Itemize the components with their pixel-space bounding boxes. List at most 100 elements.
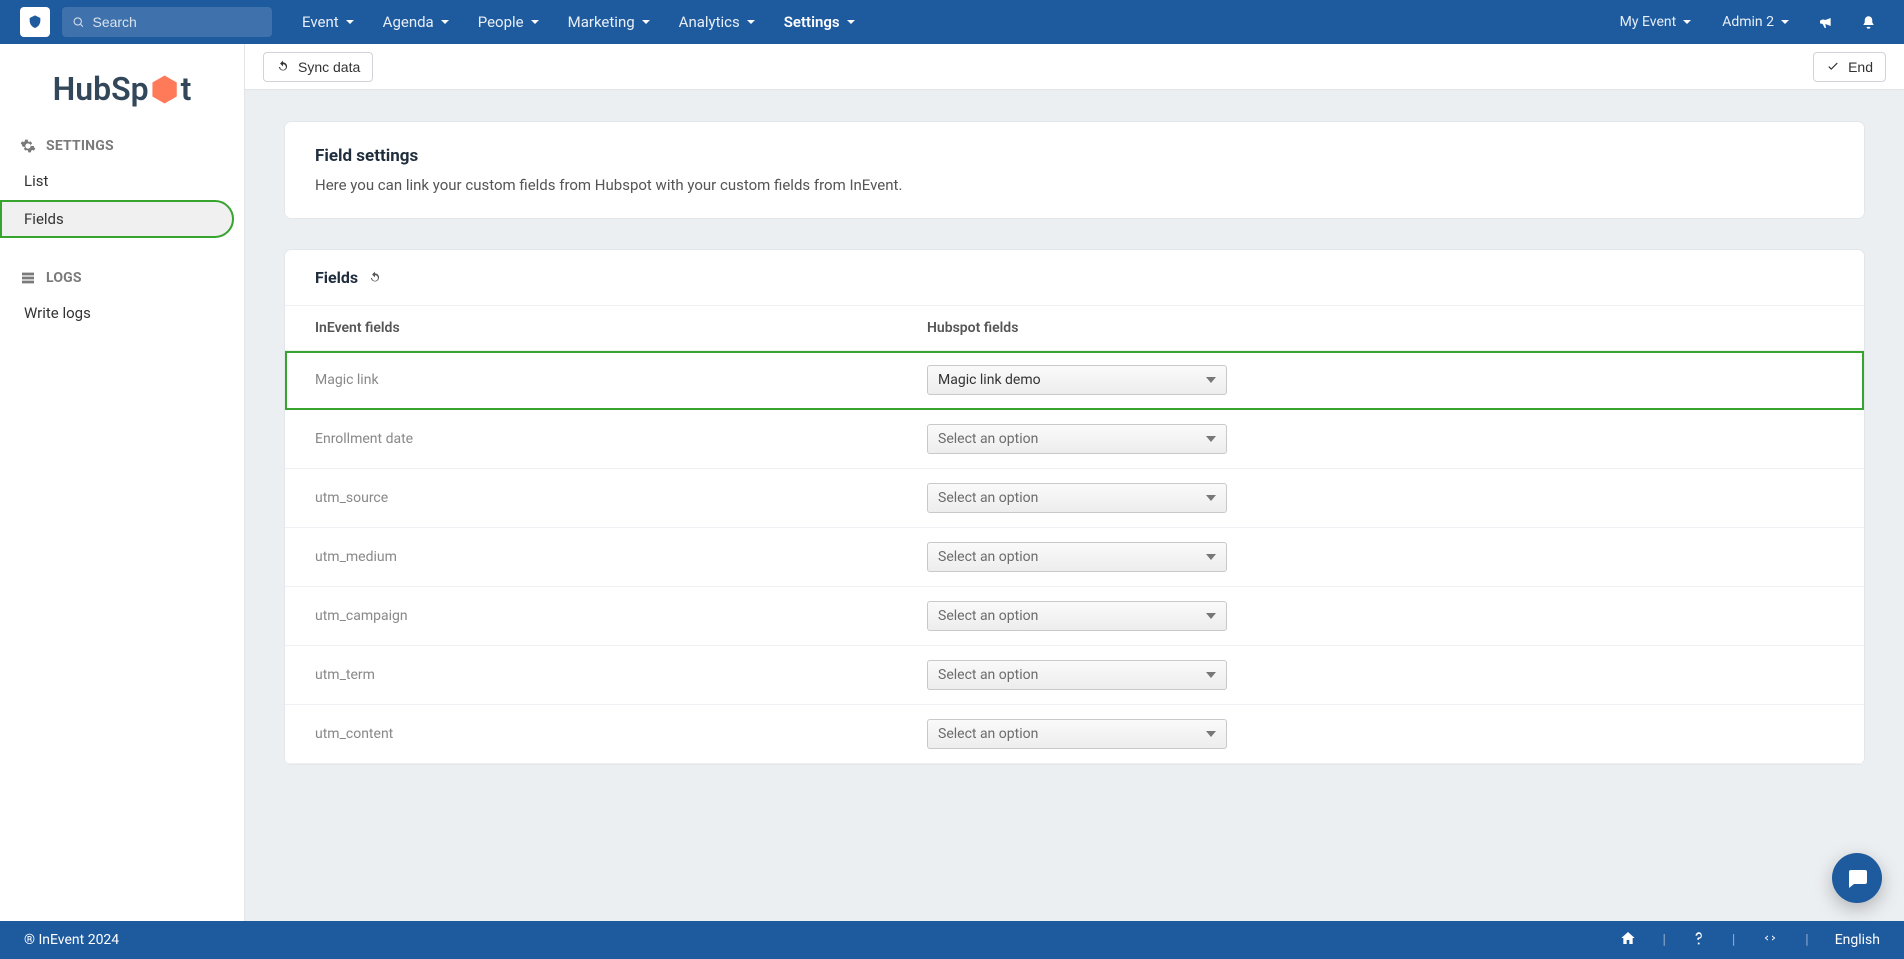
field-row: utm_sourceSelect an option	[285, 469, 1864, 528]
layout: HubSp⬢t SETTINGS List Fields LOGS Write …	[0, 44, 1904, 921]
event-switcher[interactable]: My Event	[1610, 8, 1703, 36]
footer-copyright: ® InEvent 2024	[24, 932, 119, 948]
menu-label: Event	[302, 13, 339, 31]
select-value: Select an option	[938, 726, 1038, 742]
global-search[interactable]	[62, 7, 272, 37]
chevron-down-icon	[1682, 17, 1692, 27]
select-value: Select an option	[938, 490, 1038, 506]
field-row: Enrollment date Select an option	[285, 410, 1864, 469]
hubspot-field-select[interactable]: Select an option	[927, 601, 1227, 631]
footer-divider: |	[1805, 932, 1808, 948]
check-icon	[1826, 60, 1840, 74]
fields-card: Fields InEvent fields Hubspot fields Mag…	[285, 250, 1864, 764]
footer-help-button[interactable]	[1692, 930, 1706, 950]
user-menu[interactable]: Admin 2	[1712, 8, 1800, 36]
chevron-down-icon	[846, 17, 856, 27]
menu-label: Settings	[784, 13, 840, 31]
announcements-button[interactable]	[1810, 6, 1842, 38]
menu-marketing[interactable]: Marketing	[558, 7, 661, 37]
fields-columns-header: InEvent fields Hubspot fields	[285, 306, 1864, 351]
topbar-right: My Event Admin 2	[1610, 6, 1884, 38]
sidebar-item-fields[interactable]: Fields	[0, 200, 234, 238]
select-value: Select an option	[938, 431, 1038, 447]
hubspot-field-select[interactable]: Select an option	[927, 660, 1227, 690]
end-button[interactable]: End	[1813, 52, 1886, 82]
hubspot-field-select[interactable]: Magic link demo	[927, 365, 1227, 395]
chevron-down-icon	[530, 17, 540, 27]
sidebar-item-write-logs[interactable]: Write logs	[0, 294, 234, 332]
chevron-down-icon	[345, 17, 355, 27]
hubspot-field-cell: Select an option	[927, 424, 1834, 454]
search-icon	[72, 15, 84, 29]
top-menus: Event Agenda People Marketing Analytics …	[292, 7, 866, 37]
event-name: My Event	[1620, 14, 1677, 30]
hubspot-field-cell: Select an option	[927, 483, 1834, 513]
footer-language-switcher[interactable]: English	[1835, 932, 1880, 948]
footer-home-button[interactable]	[1620, 930, 1636, 950]
search-input[interactable]	[92, 14, 262, 30]
inevent-field-name: utm_term	[315, 667, 927, 683]
bullhorn-icon	[1818, 14, 1834, 30]
sidebar-group-label: LOGS	[46, 270, 82, 286]
field-row: utm_campaignSelect an option	[285, 587, 1864, 646]
field-row: utm_contentSelect an option	[285, 705, 1864, 764]
select-value: Select an option	[938, 549, 1038, 565]
select-value: Select an option	[938, 667, 1038, 683]
hubspot-field-cell: Select an option	[927, 542, 1834, 572]
menu-agenda[interactable]: Agenda	[373, 7, 460, 37]
field-row: Magic linkMagic link demo	[285, 351, 1864, 410]
bell-icon	[1861, 15, 1876, 30]
inevent-field-name: Enrollment date	[315, 431, 927, 447]
chevron-down-icon	[1206, 554, 1216, 560]
hubspot-field-select[interactable]: Select an option	[927, 719, 1227, 749]
sidebar: HubSp⬢t SETTINGS List Fields LOGS Write …	[0, 44, 245, 921]
inevent-field-name: utm_campaign	[315, 608, 927, 624]
inevent-field-name: utm_medium	[315, 549, 927, 565]
footer-embed-button[interactable]	[1761, 930, 1779, 950]
chevron-down-icon	[1206, 495, 1216, 501]
sidebar-group-label: SETTINGS	[46, 138, 114, 154]
inevent-field-name: Magic link	[315, 372, 927, 388]
field-settings-title: Field settings	[315, 146, 1834, 166]
code-icon	[1761, 930, 1779, 946]
field-settings-desc: Here you can link your custom fields fro…	[315, 176, 1834, 194]
sync-data-button[interactable]: Sync data	[263, 52, 373, 82]
notifications-button[interactable]	[1852, 6, 1884, 38]
sidebar-group-logs: LOGS	[0, 262, 244, 294]
sidebar-item-list[interactable]: List	[0, 162, 234, 200]
topbar: Event Agenda People Marketing Analytics …	[0, 0, 1904, 44]
question-icon	[1692, 930, 1706, 946]
chevron-down-icon	[1206, 377, 1216, 383]
fields-card-title: Fields	[315, 268, 358, 287]
menu-people[interactable]: People	[468, 7, 550, 37]
home-icon	[1620, 930, 1636, 946]
menu-analytics[interactable]: Analytics	[669, 7, 766, 37]
footer-divider: |	[1732, 932, 1735, 948]
gears-icon	[20, 138, 36, 154]
table-icon	[20, 270, 36, 286]
chevron-down-icon	[440, 17, 450, 27]
hubspot-field-cell: Select an option	[927, 660, 1834, 690]
column-inevent-header: InEvent fields	[315, 320, 927, 336]
menu-label: Agenda	[383, 13, 434, 31]
field-row: utm_term Select an option	[285, 646, 1864, 705]
main-content: Sync data End Field settings Here you ca…	[245, 44, 1904, 921]
hubspot-field-select[interactable]: Select an option	[927, 483, 1227, 513]
user-name: Admin 2	[1722, 14, 1774, 30]
hubspot-field-select[interactable]: Select an option	[927, 424, 1227, 454]
chevron-down-icon	[1206, 613, 1216, 619]
footer: ® InEvent 2024 | | | English	[0, 921, 1904, 959]
refresh-icon[interactable]	[368, 271, 382, 285]
button-label: End	[1848, 59, 1873, 75]
hubspot-field-cell: Select an option	[927, 719, 1834, 749]
button-label: Sync data	[298, 59, 360, 75]
hubspot-field-select[interactable]: Select an option	[927, 542, 1227, 572]
sidebar-group-settings: SETTINGS	[0, 130, 244, 162]
menu-settings[interactable]: Settings	[774, 7, 866, 37]
app-logo[interactable]	[20, 7, 50, 37]
fields-rows: Magic linkMagic link demoEnrollment date…	[285, 351, 1864, 764]
chat-fab[interactable]	[1832, 853, 1882, 903]
hubspot-field-cell: Magic link demo	[927, 365, 1834, 395]
integration-brand-logo: HubSp⬢t	[0, 62, 244, 130]
menu-event[interactable]: Event	[292, 7, 365, 37]
